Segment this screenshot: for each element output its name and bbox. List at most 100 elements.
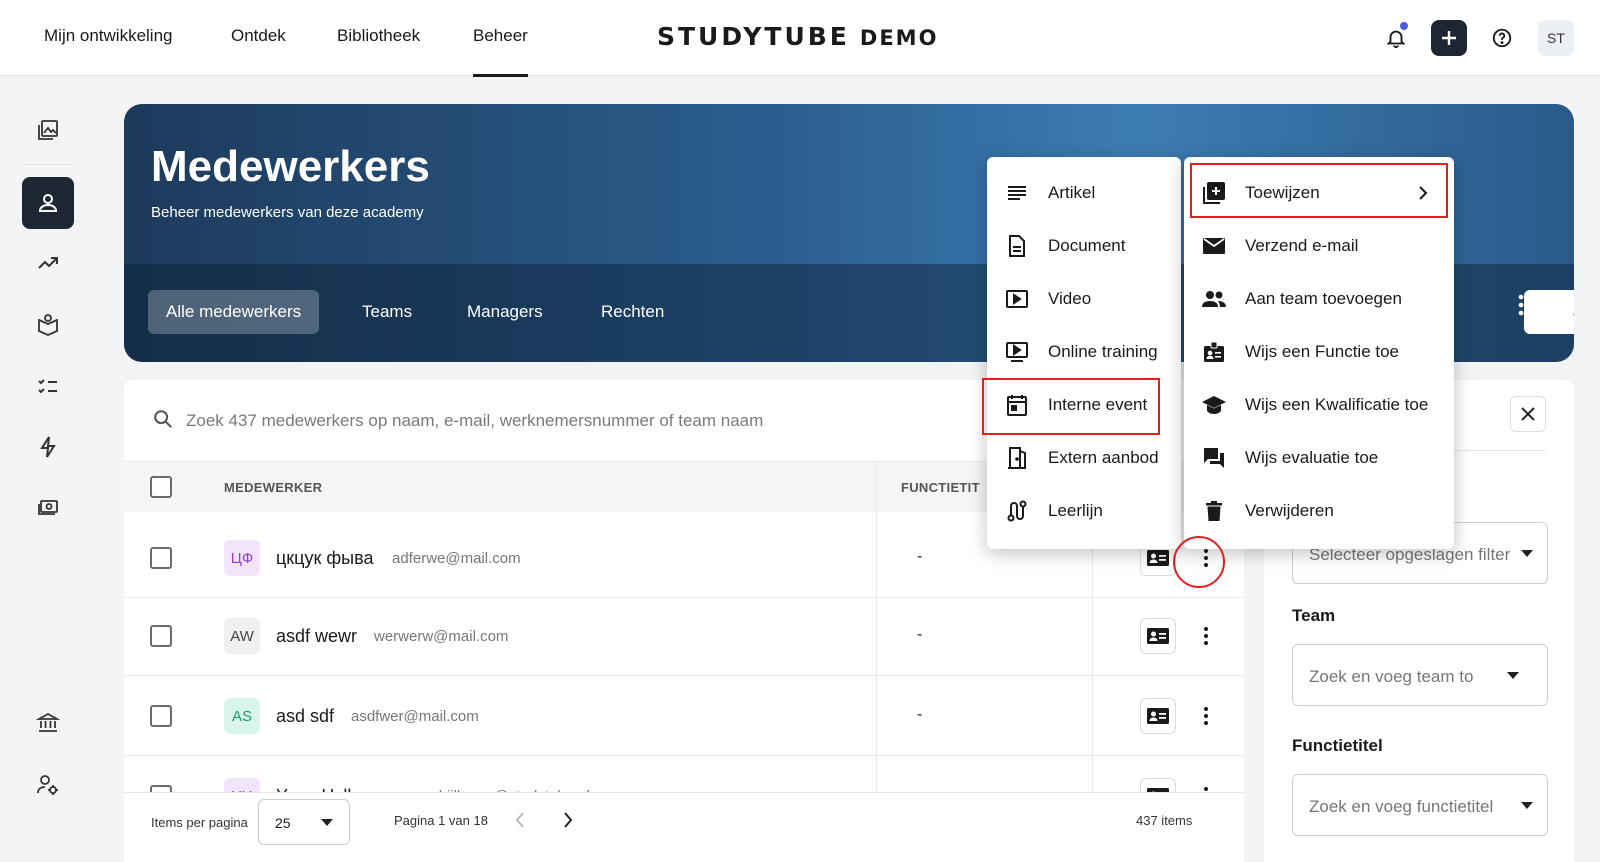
team-filter-select[interactable]: Zoek en voeg team to <box>1292 644 1548 706</box>
notification-bell-icon[interactable] <box>1378 20 1414 56</box>
id-card-icon[interactable] <box>1140 698 1176 734</box>
help-icon[interactable] <box>1484 20 1520 56</box>
lightning-icon[interactable] <box>22 421 74 473</box>
tab-teams[interactable]: Teams <box>344 290 430 334</box>
submenu-item-label: Online training <box>1048 342 1158 361</box>
submenu-item-artikel[interactable]: Artikel <box>987 167 1181 219</box>
submenu-item-label: Video <box>1048 289 1092 308</box>
nav-beheer[interactable]: Beheer <box>473 26 528 77</box>
gallery-icon[interactable] <box>22 104 74 156</box>
logo-suffix: DEMO <box>859 26 939 50</box>
search-icon <box>152 408 174 435</box>
user-settings-icon[interactable] <box>22 759 74 811</box>
column-header-employee[interactable]: MEDEWERKER <box>224 480 322 495</box>
menu-item-aan-team-toevoegen[interactable]: Aan team toevoegen <box>1184 273 1454 325</box>
team-filter-placeholder: Zoek en voeg team to <box>1309 667 1474 686</box>
menu-item-label: Verzend e-mail <box>1245 236 1359 255</box>
submenu-item-label: Artikel <box>1048 183 1096 202</box>
caret-down-icon <box>321 819 333 826</box>
row-checkbox[interactable] <box>150 705 172 727</box>
plus-icon <box>1442 31 1456 45</box>
caret-down-icon <box>1521 550 1533 557</box>
employee-name[interactable]: цкцук фыва <box>276 548 374 569</box>
user-avatar-initials: AW <box>224 618 260 654</box>
submenu-item-extern-aanbod[interactable]: Extern aanbod <box>987 432 1181 484</box>
total-items: 437 items <box>1136 813 1193 828</box>
function-filter-select[interactable]: Zoek en voeg functietitel <box>1292 774 1548 836</box>
employees-icon[interactable] <box>22 177 74 229</box>
id-card-icon[interactable] <box>1140 618 1176 654</box>
select-all-checkbox[interactable] <box>150 476 172 498</box>
menu-item-wijs-kwalificatie-toe[interactable]: Wijs een Kwalificatie toe <box>1184 379 1454 431</box>
employee-email: adferwe@mail.com <box>392 550 521 567</box>
submenu-item-label: Document <box>1048 236 1126 255</box>
nav-ontdek[interactable]: Ontdek <box>231 26 286 46</box>
sidebar <box>0 76 95 862</box>
row-checkbox[interactable] <box>150 625 172 647</box>
page-title: Medewerkers <box>151 142 430 191</box>
add-button[interactable] <box>1431 20 1467 56</box>
search-input[interactable]: Zoek 437 medewerkers op naam, e-mail, we… <box>186 411 763 431</box>
employee-name[interactable]: asd sdf <box>276 706 334 727</box>
article-icon <box>1005 181 1029 205</box>
submenu-item-online-training[interactable]: Online training <box>987 326 1181 378</box>
table-row[interactable]: AS asd sdf asdfwer@mail.com - <box>124 676 1244 756</box>
highlight-row-menu <box>1173 536 1225 588</box>
items-per-page-select[interactable]: 25 <box>258 799 350 845</box>
employee-name[interactable]: asdf wewr <box>276 626 357 647</box>
tab-managers[interactable]: Managers <box>449 290 561 334</box>
row-more-icon[interactable] <box>1194 622 1218 650</box>
learning-path-icon <box>1005 499 1029 523</box>
nav-mijn-ontwikkeling[interactable]: Mijn ontwikkeling <box>44 26 173 46</box>
menu-item-label: Verwijderen <box>1245 501 1334 520</box>
menu-item-label: Aan team toevoegen <box>1245 289 1402 308</box>
submenu-item-video[interactable]: Video <box>987 273 1181 325</box>
row-more-icon[interactable] <box>1194 702 1218 730</box>
group-icon <box>1202 287 1226 311</box>
highlight-toewijzen <box>1190 163 1448 218</box>
chevron-left-icon[interactable] <box>514 811 526 834</box>
items-per-page-label: Items per pagina <box>151 815 248 830</box>
door-icon <box>1005 446 1029 470</box>
tab-rechten[interactable]: Rechten <box>583 290 682 334</box>
submenu-item-document[interactable]: Document <box>987 220 1181 272</box>
caret-down-icon <box>1521 802 1533 809</box>
menu-item-label: Wijs een Functie toe <box>1245 342 1400 361</box>
employee-function: - <box>917 548 923 565</box>
banner-action-button[interactable]: ak <box>1524 290 1574 334</box>
banner-more-icon[interactable] <box>1518 294 1524 321</box>
nav-bibliotheek[interactable]: Bibliotheek <box>337 26 420 46</box>
column-header-function[interactable]: FUNCTIETIT <box>901 480 980 495</box>
menu-item-wijs-functie-toe[interactable]: Wijs een Functie toe <box>1184 326 1454 378</box>
graduation-cap-icon <box>1202 393 1226 417</box>
tab-alle-medewerkers[interactable]: Alle medewerkers <box>148 290 320 334</box>
pagination-footer: Items per pagina 25 Pagina 1 van 18 437 … <box>124 792 1244 862</box>
checklist-icon[interactable] <box>22 360 74 412</box>
menu-item-wijs-evaluatie-toe[interactable]: Wijs evaluatie toe <box>1184 432 1454 484</box>
institution-icon[interactable] <box>22 696 74 748</box>
menu-item-label: Wijs evaluatie toe <box>1245 448 1379 467</box>
menu-item-label: Wijs een Kwalificatie toe <box>1245 395 1429 414</box>
learning-icon[interactable] <box>22 298 74 350</box>
close-icon <box>1521 407 1535 421</box>
trash-icon <box>1202 499 1226 523</box>
employee-email: asdfwer@mail.com <box>351 708 479 725</box>
chevron-right-icon[interactable] <box>562 811 574 834</box>
page-subtitle: Beheer medewerkers van deze academy <box>151 204 424 221</box>
menu-item-verzend-email[interactable]: Verzend e-mail <box>1184 220 1454 272</box>
close-filter-button[interactable] <box>1510 396 1546 432</box>
table-row[interactable]: AW asdf wewr werwerw@mail.com - <box>124 596 1244 676</box>
submenu-item-leerlijn[interactable]: Leerlijn <box>987 485 1181 537</box>
user-avatar[interactable]: ST <box>1538 20 1574 56</box>
payments-icon[interactable] <box>22 481 74 533</box>
row-checkbox[interactable] <box>150 547 172 569</box>
page-indicator: Pagina 1 van 18 <box>394 813 488 828</box>
logo-text: STUDYTUBE <box>657 22 850 51</box>
menu-item-verwijderen[interactable]: Verwijderen <box>1184 485 1454 537</box>
studytube-logo[interactable]: STUDYTUBE DEMO <box>657 22 938 51</box>
employee-function: - <box>917 706 923 723</box>
trending-icon[interactable] <box>22 237 74 289</box>
mail-icon <box>1202 234 1226 258</box>
employee-function: - <box>917 626 923 643</box>
online-training-icon <box>1005 340 1029 364</box>
